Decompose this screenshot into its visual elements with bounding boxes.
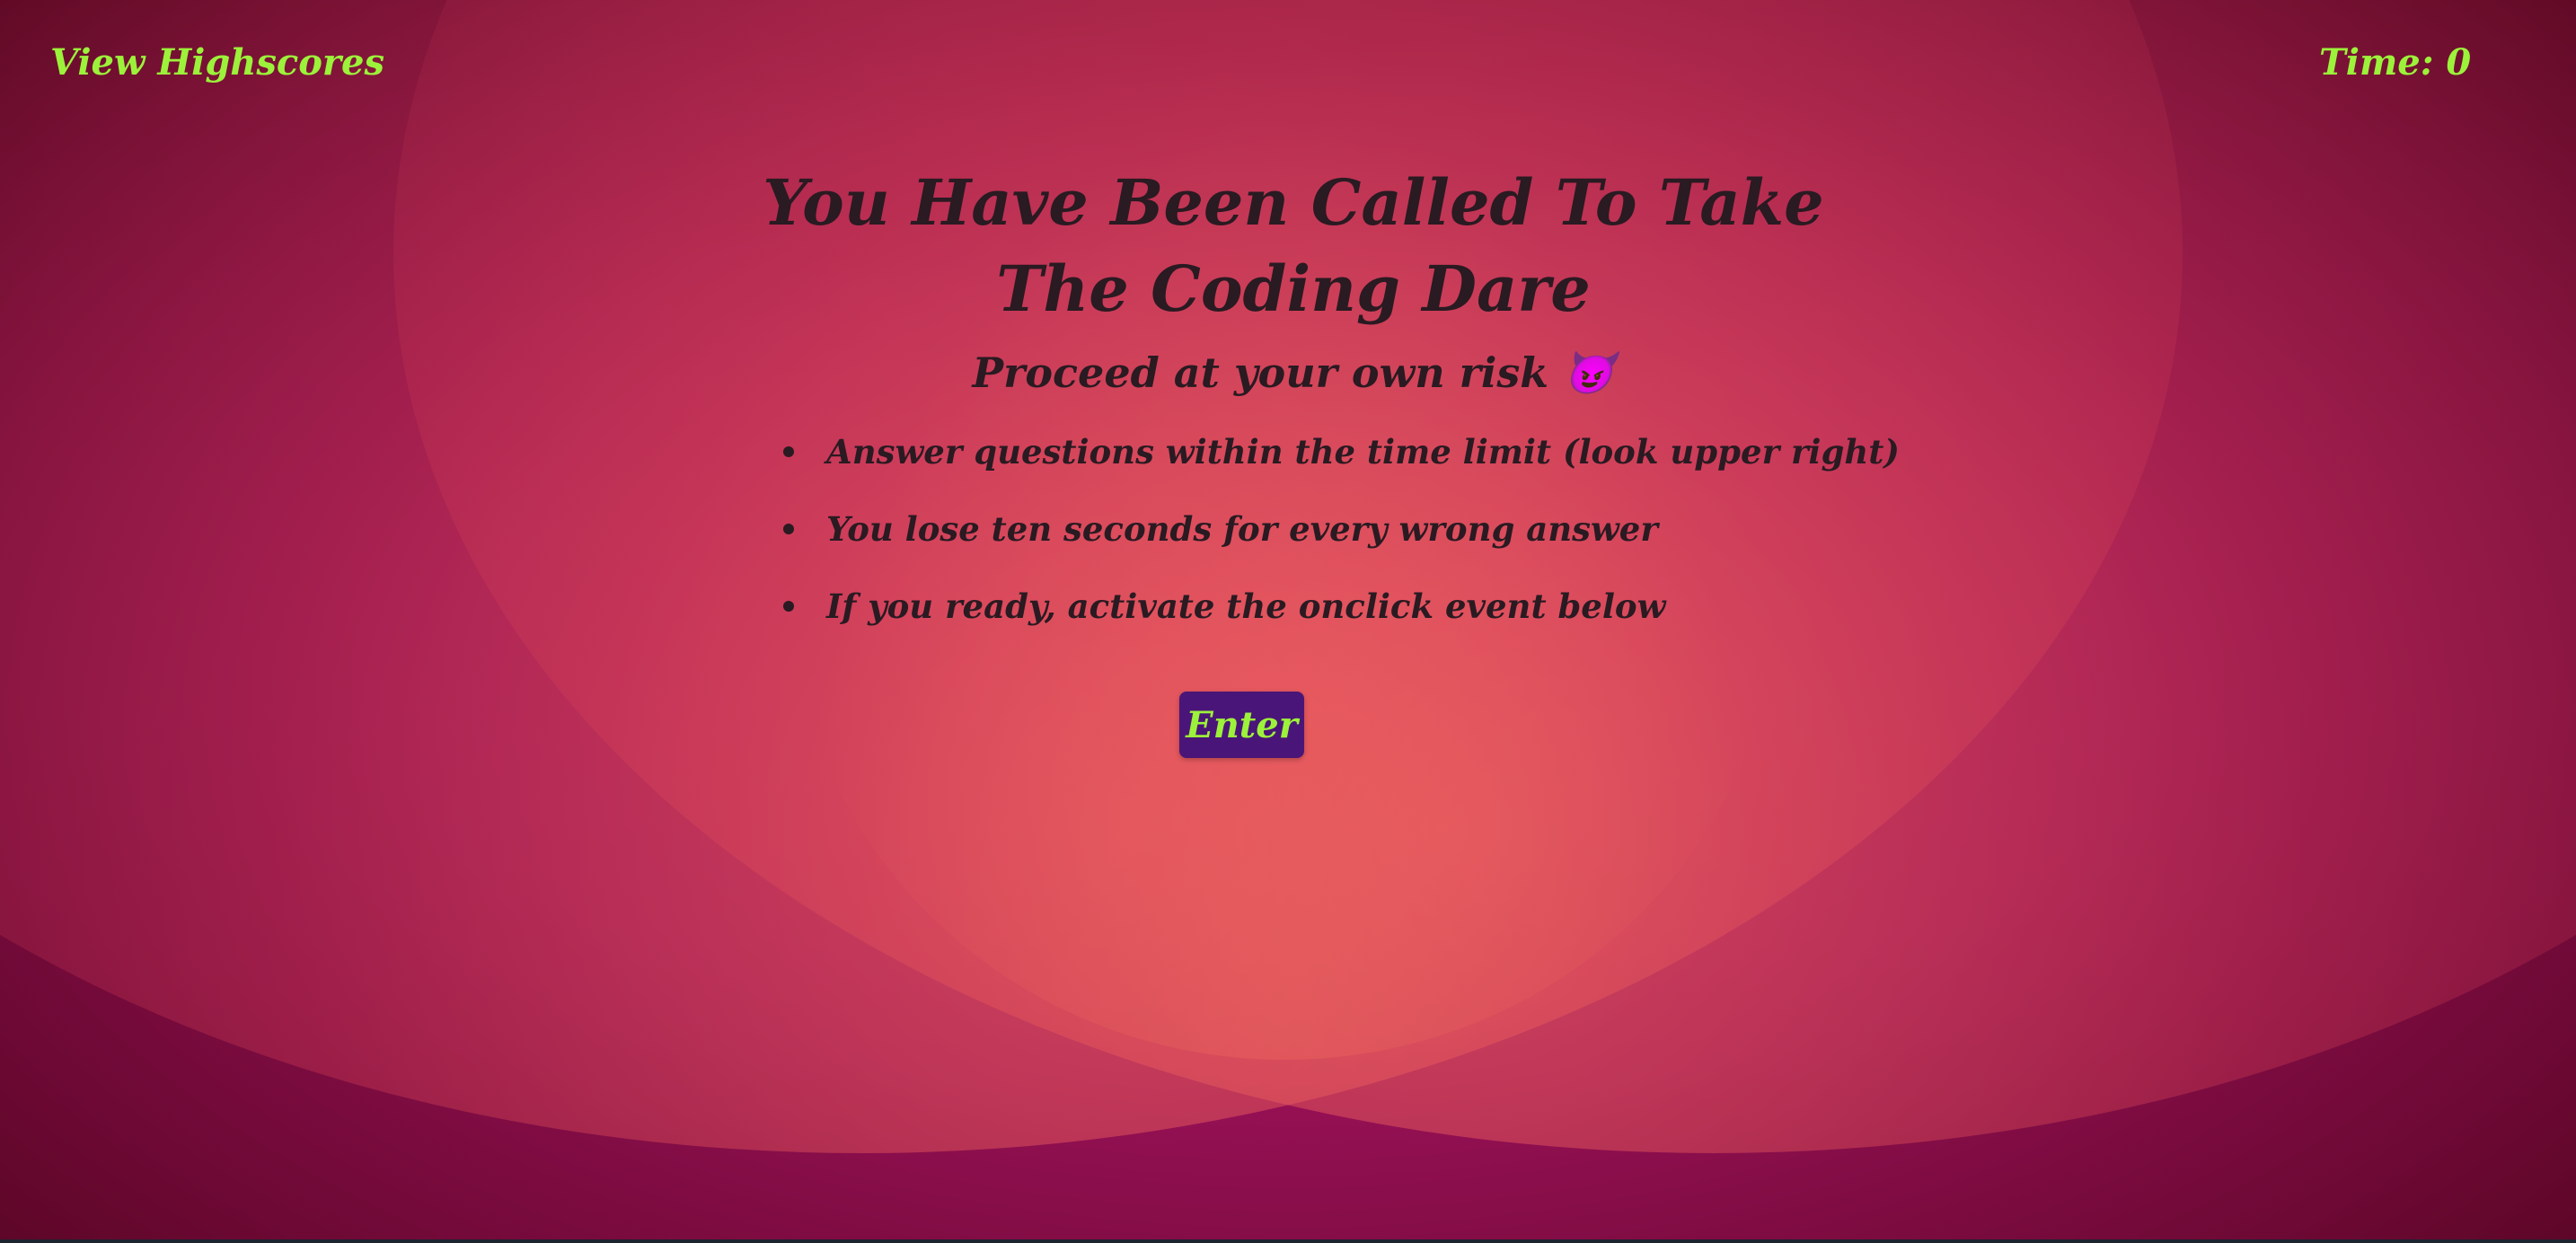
bottom-edge-strip bbox=[0, 1239, 2576, 1243]
bullet-icon bbox=[783, 446, 794, 457]
intro-panel: You Have Been Called To Take The Coding … bbox=[754, 160, 1900, 645]
rule-text: Answer questions within the time limit (… bbox=[826, 432, 1900, 472]
timer-display: Time: 0 bbox=[2319, 41, 2472, 84]
enter-button[interactable]: Enter bbox=[1179, 692, 1304, 758]
rule-item-start: If you ready, activate the onclick event… bbox=[783, 568, 1832, 645]
warning-subtitle: Proceed at your own risk 😈 bbox=[972, 348, 1615, 397]
view-highscores-link[interactable]: View Highscores bbox=[50, 41, 384, 84]
rule-item-penalty: You lose ten seconds for every wrong ans… bbox=[783, 490, 1832, 568]
rule-item-time-limit: Answer questions within the time limit (… bbox=[783, 413, 1900, 490]
rules-list: Answer questions within the time limit (… bbox=[754, 413, 1900, 645]
rule-text: You lose ten seconds for every wrong ans… bbox=[826, 509, 1658, 549]
bullet-icon bbox=[783, 601, 794, 612]
page-title: You Have Been Called To Take The Coding … bbox=[763, 165, 1824, 326]
bullet-icon bbox=[783, 524, 794, 534]
page-background: View Highscores Time: 0 You Have Been Ca… bbox=[0, 0, 2576, 1239]
rule-text: If you ready, activate the onclick event… bbox=[826, 586, 1666, 626]
